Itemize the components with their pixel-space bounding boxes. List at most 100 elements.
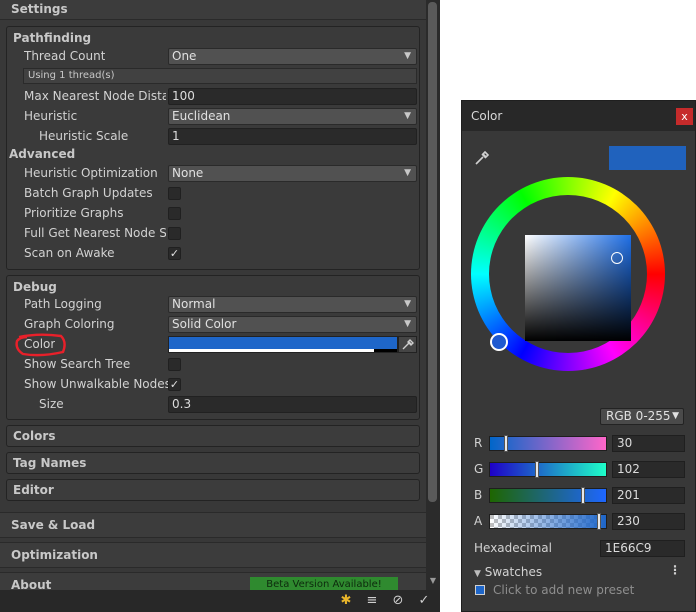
chevron-down-icon: ▼ (672, 411, 679, 421)
channel-r-slider[interactable] (489, 435, 607, 452)
chevron-down-icon: ▼ (404, 319, 411, 329)
channel-b-input[interactable]: 201 (612, 487, 685, 504)
heuristic-optimization-dropdown[interactable]: None ▼ (168, 165, 417, 182)
color-picker-title: Color (471, 109, 503, 123)
show-unwalkable-label: Show Unwalkable Nodes (24, 377, 171, 391)
scan-on-awake-label: Scan on Awake (24, 246, 115, 260)
path-logging-label: Path Logging (24, 297, 102, 311)
show-search-tree-checkbox[interactable] (168, 358, 181, 371)
channel-g-slider[interactable] (489, 461, 607, 478)
debug-title[interactable]: Debug (13, 280, 57, 294)
slider-knob[interactable] (535, 461, 539, 478)
advanced-title[interactable]: Advanced (9, 147, 75, 161)
full-get-nearest-checkbox[interactable] (168, 227, 181, 240)
inspector-panel: Settings Pathfinding Thread Count One ▼ … (0, 0, 440, 612)
swatches-label: Swatches (484, 565, 543, 579)
close-button[interactable]: x (676, 108, 693, 125)
show-search-tree-label: Show Search Tree (24, 357, 131, 371)
chevron-down-icon: ▼ (404, 168, 411, 178)
eyedropper-icon (475, 150, 490, 165)
thread-info-text: Using 1 thread(s) (28, 70, 115, 81)
bottom-toolbar: ✱ ≡ ⊘ ✓ (0, 590, 440, 612)
eyedropper-icon (402, 339, 414, 350)
picker-eyedropper-button[interactable] (472, 147, 492, 167)
colors-foldout-label: Colors (13, 429, 56, 443)
add-preset-text[interactable]: Click to add new preset (493, 583, 634, 597)
hex-label: Hexadecimal (474, 541, 552, 555)
tag-names-foldout[interactable]: Tag Names (6, 452, 420, 474)
heuristic-optimization-value: None (172, 166, 204, 180)
sv-selector-icon[interactable] (611, 252, 623, 264)
channel-r-label: R (474, 436, 483, 450)
bug-icon[interactable]: ✱ (338, 593, 354, 609)
channel-a-slider[interactable] (489, 513, 607, 530)
checkmark-icon: ✓ (169, 247, 180, 260)
swatches-foldout[interactable]: ▼ Swatches (474, 565, 542, 579)
batch-graph-updates-label: Batch Graph Updates (24, 186, 153, 200)
heuristic-scale-input[interactable]: 1 (168, 128, 417, 145)
graph-coloring-dropdown[interactable]: Solid Color ▼ (168, 316, 417, 333)
graph-coloring-label: Graph Coloring (24, 317, 115, 331)
preset-swatch[interactable] (475, 585, 485, 595)
color-mode-dropdown[interactable]: RGB 0-255 ▼ (600, 408, 684, 425)
heuristic-optimization-label: Heuristic Optimization (24, 166, 158, 180)
max-nearest-label: Max Nearest Node Distan (24, 89, 166, 103)
tag-names-foldout-label: Tag Names (13, 456, 87, 470)
settings-title: Settings (11, 2, 68, 16)
visibility-off-icon[interactable]: ⊘ (390, 593, 406, 609)
thread-count-dropdown[interactable]: One ▼ (168, 48, 417, 65)
colors-foldout[interactable]: Colors (6, 425, 420, 447)
inspector-scrollbar[interactable]: ▼ (426, 0, 440, 590)
chevron-down-icon: ▼ (404, 111, 411, 121)
slider-knob[interactable] (504, 435, 508, 452)
heuristic-scale-label: Heuristic Scale (39, 129, 129, 143)
settings-header[interactable]: Settings (0, 0, 426, 20)
saturation-value-square[interactable] (525, 235, 631, 341)
channel-a-input[interactable]: 230 (612, 513, 685, 530)
color-picker-window: Color x RGB 0-255 ▼ R 30 G 102 B 201 A 2… (461, 100, 696, 612)
scrollbar-thumb[interactable] (428, 2, 437, 502)
slider-knob[interactable] (597, 513, 601, 530)
hex-input[interactable]: 1E66C9 (600, 540, 685, 557)
editor-foldout-label: Editor (13, 483, 54, 497)
save-load-header[interactable]: Save & Load (0, 512, 426, 538)
channel-g-input[interactable]: 102 (612, 461, 685, 478)
optimization-header[interactable]: Optimization (0, 542, 426, 568)
heuristic-dropdown[interactable]: Euclidean ▼ (168, 108, 417, 125)
editor-foldout[interactable]: Editor (6, 479, 420, 501)
max-nearest-input[interactable]: 100 (168, 88, 417, 105)
color-alpha-bar-rest (374, 349, 397, 352)
layers-icon[interactable]: ≡ (364, 593, 380, 609)
scan-on-awake-checkbox[interactable]: ✓ (168, 247, 181, 260)
path-logging-value: Normal (172, 297, 216, 311)
prioritize-graphs-checkbox[interactable] (168, 207, 181, 220)
scroll-down-arrow-icon[interactable]: ▼ (428, 576, 438, 586)
color-mode-value: RGB 0-255 (606, 409, 671, 423)
pathfinding-title[interactable]: Pathfinding (13, 31, 91, 45)
channel-a-label: A (474, 514, 483, 528)
color-field[interactable] (168, 336, 398, 353)
hue-selector-icon[interactable] (490, 333, 508, 351)
chevron-down-icon: ▼ (404, 299, 411, 309)
path-logging-dropdown[interactable]: Normal ▼ (168, 296, 417, 313)
slider-knob[interactable] (581, 487, 585, 504)
channel-b-slider[interactable] (489, 487, 607, 504)
save-load-label: Save & Load (11, 518, 96, 532)
checkmark-icon: ✓ (169, 378, 180, 391)
more-options-icon[interactable]: ⋮ (669, 563, 681, 577)
channel-g-label: G (474, 462, 484, 476)
full-get-nearest-label: Full Get Nearest Node Se (24, 226, 166, 240)
optimization-label: Optimization (11, 548, 98, 562)
channel-b-label: B (474, 488, 483, 502)
color-picker-titlebar[interactable]: Color x (462, 101, 695, 131)
check-circle-icon[interactable]: ✓ (416, 593, 432, 609)
chevron-down-icon: ▼ (404, 51, 411, 61)
eyedropper-button[interactable] (398, 336, 417, 353)
batch-graph-updates-checkbox[interactable] (168, 187, 181, 200)
size-input[interactable]: 0.3 (168, 396, 417, 413)
show-unwalkable-checkbox[interactable]: ✓ (168, 378, 181, 391)
red-circle-annotation (15, 333, 66, 357)
channel-r-input[interactable]: 30 (612, 435, 685, 452)
thread-info-box: Using 1 thread(s) (23, 68, 417, 84)
prioritize-graphs-label: Prioritize Graphs (24, 206, 124, 220)
